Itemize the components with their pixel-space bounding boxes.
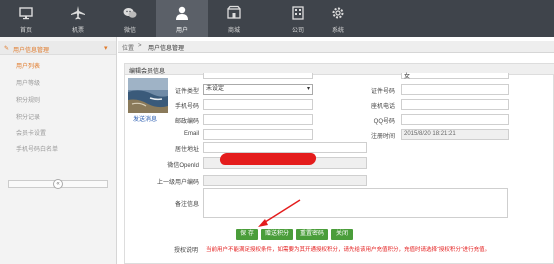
cert-type-select[interactable]: 未设定 ▾ [203,84,313,95]
postcode-label: 邮政编码 [174,119,199,125]
remark-label: 备注信息 [174,202,199,208]
nav-label: 用户 [175,28,188,34]
mobile-input[interactable] [203,99,313,110]
user-icon [176,6,188,20]
gear-icon [332,7,344,19]
qq-label: QQ号码 [373,119,395,125]
nav-item-home[interactable]: 首页 [0,0,52,37]
reg-time-label: 注册时间 [370,134,395,140]
panel-title: 编辑会员信息 [129,69,166,75]
address-input[interactable] [203,142,367,153]
openid-label: 微信OpenId [167,163,199,169]
nav-label: 系统 [331,28,344,34]
sidebar-header-label: 用户信息管理 [13,48,50,54]
breadcrumb: 位置 > 用户信息管理 [118,41,554,53]
monitor-icon [19,7,33,20]
sidebar-item-points-rules[interactable]: 积分规则 [16,95,40,104]
nav-label: 机票 [71,28,84,34]
mobile-label: 手机号码 [174,104,199,110]
pencil-icon: ✎ [4,46,10,52]
plane-icon [71,6,85,20]
nav-item-system[interactable]: 系统 [312,0,364,37]
cert-no-label: 证件号码 [370,89,395,95]
cert-type-value: 未设定 [206,86,225,92]
nav-label: 首页 [19,28,32,34]
top-navigation-bar: 首页 机票 微信 用户 商城 公司 系统 [0,0,554,37]
sidebar-item-user-level[interactable]: 用户等级 [16,78,40,87]
authorization-note-label: 授权说明 [174,248,199,254]
parent-code-field [203,175,367,186]
postcode-input[interactable] [203,114,313,125]
breadcrumb-separator: > [138,43,142,49]
email-label: Email [183,131,199,137]
remark-textarea[interactable] [203,188,508,218]
gender-value: 女 [404,74,411,80]
sidebar-item-member-card[interactable]: 会员卡设置 [16,128,46,137]
reg-time-field: 2015/8/20 18:21:21 [401,129,509,140]
email-input[interactable] [203,129,313,140]
breadcrumb-home[interactable]: 位置 [122,43,134,52]
address-label: 居住地址 [174,147,199,153]
nav-item-shop[interactable]: 商城 [208,0,260,37]
chevron-down-icon: ▾ [306,86,310,92]
sidebar: ✎ 用户信息管理 ▾ 用户列表 用户等级 积分规则 积分记录 会员卡设置 手机号… [0,37,117,264]
company-icon [292,6,304,20]
sidebar-item-user-list[interactable]: 用户列表 [16,61,40,70]
reg-time-value: 2015/8/20 18:21:21 [404,131,456,137]
chevron-down-icon: ▾ [104,45,108,52]
gender-field[interactable]: 女 [401,73,509,80]
authorization-note: 当前用户不能满足授权条件，如需要为其开通授权积分，请先给该用户充值积分，充值时请… [206,247,491,253]
add-points-button[interactable]: 赠送积分 [261,229,293,240]
parent-code-label: 上一级用户编码 [156,180,199,186]
landline-input[interactable] [401,99,509,110]
nav-item-user[interactable]: 用户 [156,0,208,37]
close-button[interactable]: 关闭 [331,229,353,240]
qq-input[interactable] [401,114,509,125]
redaction-mark [219,153,317,165]
double-chevron-left-icon: « [53,179,63,189]
wechat-icon [123,8,137,18]
nav-label: 微信 [123,28,136,34]
sidebar-collapse-button[interactable]: « [8,179,108,189]
name-field[interactable] [203,73,313,79]
cert-type-label: 证件类型 [174,89,199,95]
sidebar-item-points-records[interactable]: 积分记录 [16,112,40,121]
nav-item-wechat[interactable]: 微信 [104,0,156,37]
reset-password-button[interactable]: 重置密码 [296,229,328,240]
landline-label: 座机电话 [370,104,395,110]
save-button[interactable]: 保 存 [236,229,258,240]
nav-item-flights[interactable]: 机票 [52,0,104,37]
nav-label: 商城 [227,28,240,34]
sidebar-header[interactable]: ✎ 用户信息管理 ▾ [0,41,116,55]
shop-icon [227,5,241,19]
breadcrumb-current: 用户信息管理 [148,46,185,52]
cert-no-input[interactable] [401,84,509,95]
sidebar-item-mobile-whitelist[interactable]: 手机号码白名单 [16,144,58,153]
